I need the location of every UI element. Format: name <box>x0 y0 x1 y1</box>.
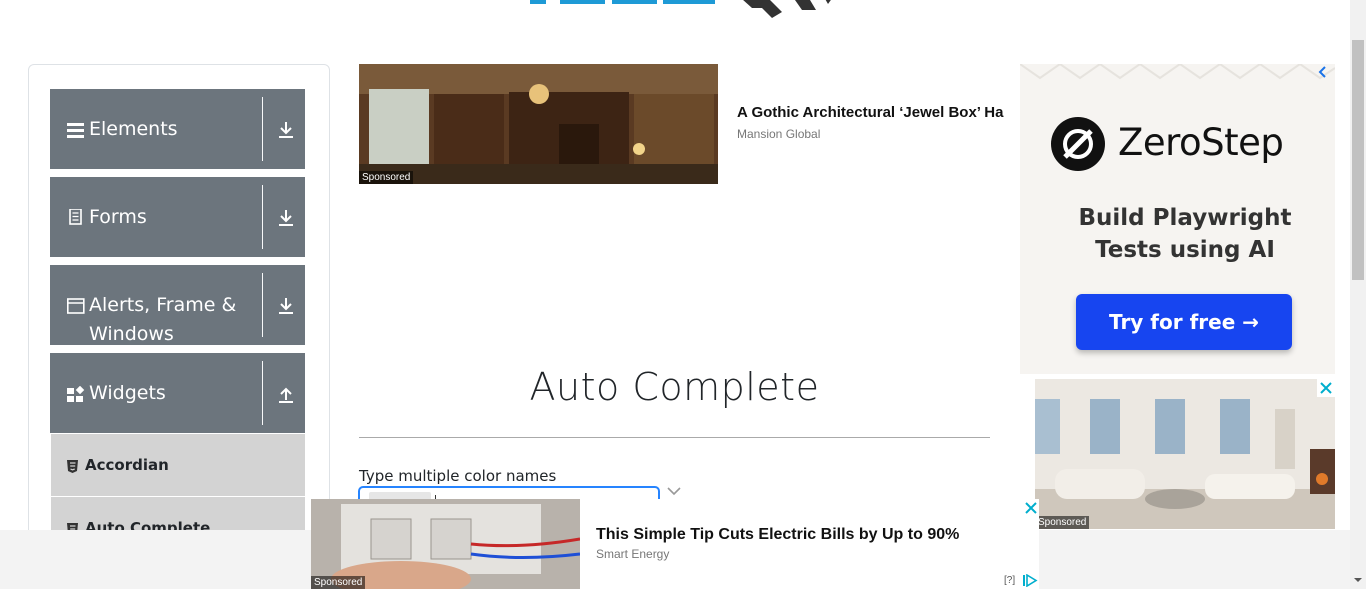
sidebar-group-forms[interactable]: Forms <box>50 177 305 257</box>
library-photo <box>359 64 718 184</box>
close-icon[interactable] <box>1317 379 1335 397</box>
upload-arrow-icon[interactable] <box>277 385 295 403</box>
sponsored-source: Smart Energy <box>596 547 670 561</box>
sponsored-image-breaker[interactable]: Sponsored <box>311 499 580 589</box>
ad-pattern <box>1020 64 1335 80</box>
sponsored-source: Mansion Global <box>737 127 821 141</box>
sponsored-headline[interactable]: This Simple Tip Cuts Electric Bills by U… <box>596 526 959 544</box>
download-arrow-icon[interactable] <box>277 121 295 139</box>
divider <box>359 437 990 438</box>
sponsored-label: Sponsored <box>311 576 366 589</box>
sidebar-item-accordian[interactable]: Accordian <box>51 434 305 496</box>
sponsored-label: Sponsored <box>1035 516 1090 529</box>
sponsored-image-gothic-library[interactable]: Sponsored <box>359 64 718 184</box>
download-arrow-icon[interactable] <box>277 297 295 315</box>
sidebar-item-label: Accordian <box>85 456 169 474</box>
menu-icon <box>67 123 84 138</box>
divider <box>262 185 263 249</box>
divider <box>262 361 263 425</box>
close-icon[interactable] <box>1023 500 1039 516</box>
divider <box>262 273 263 337</box>
download-arrow-icon[interactable] <box>277 209 295 227</box>
window-icon <box>67 298 85 314</box>
try-for-free-button[interactable]: Try for free → <box>1076 294 1292 350</box>
living-room-photo <box>1035 379 1335 529</box>
divider <box>262 97 263 161</box>
zerostep-brand: ZeroStep <box>1118 121 1284 164</box>
site-logo[interactable] <box>520 0 850 32</box>
sidebar-group-widgets[interactable]: Widgets <box>50 353 305 433</box>
multi-color-field-label: Type multiple color names <box>359 467 557 485</box>
sponsored-label: Sponsored <box>359 171 414 184</box>
scroll-down-arrow-icon[interactable] <box>1353 575 1363 585</box>
sidebar-group-elements[interactable]: Elements <box>50 89 305 169</box>
html5-icon <box>67 460 78 473</box>
chevron-down-icon[interactable] <box>667 486 681 496</box>
sidebar-group-label: Alerts, Frame & Windows <box>89 294 237 345</box>
sponsored-image-living-room[interactable]: Sponsored <box>1035 379 1335 529</box>
ad-help-link[interactable]: [?] <box>1004 575 1015 586</box>
sidebar-group-label: Widgets <box>89 382 166 404</box>
sponsored-headline[interactable]: A Gothic Architectural ‘Jewel Box’ Ha <box>737 104 1021 121</box>
page-title: Auto Complete <box>529 365 820 409</box>
scrollbar-thumb[interactable] <box>1352 40 1364 280</box>
document-icon <box>69 209 82 225</box>
sidebar-group-alerts-frame-windows[interactable]: Alerts, Frame & Windows <box>50 265 305 345</box>
sidebar-group-label: Forms <box>89 206 147 228</box>
adchoices-icon[interactable] <box>1022 574 1038 587</box>
widgets-icon <box>67 386 85 402</box>
zerostep-logo-icon <box>1051 117 1105 171</box>
sidebar-group-label: Elements <box>89 118 178 140</box>
ad-tagline: Build Playwright Tests using AI <box>1078 205 1292 263</box>
left-panel: Elements Forms Alerts, Frame & Windows W… <box>28 64 330 546</box>
chevron-left-icon[interactable] <box>1316 64 1330 80</box>
